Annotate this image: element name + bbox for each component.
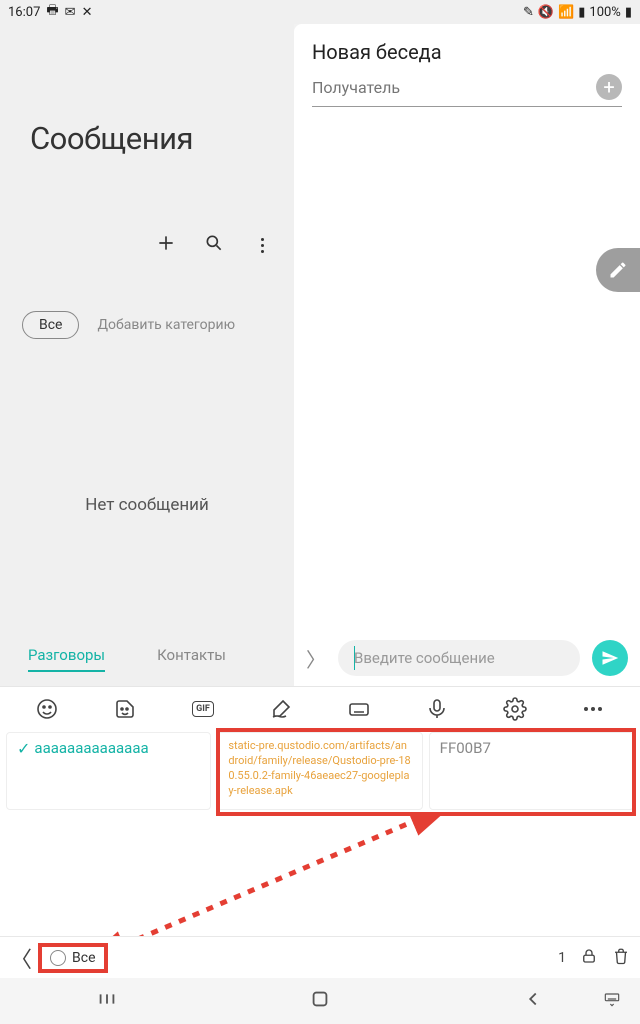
printer-icon: 🖶 xyxy=(46,1,58,23)
clipboard-text: FF00B7 xyxy=(440,739,623,757)
battery-icon: ▮ xyxy=(625,5,632,20)
message-input[interactable]: Введите сообщение xyxy=(338,640,580,676)
check-icon: ✓ xyxy=(17,739,30,758)
mic-icon[interactable] xyxy=(425,697,449,721)
keyboard-area xyxy=(0,816,640,936)
clipboard-item[interactable]: static-pre.qustodio.com/artifacts/androi… xyxy=(217,732,422,810)
back-nav-icon[interactable] xyxy=(522,988,544,1014)
tools-icon: ✕ xyxy=(82,5,93,20)
send-button[interactable] xyxy=(592,640,628,676)
clipboard-item[interactable]: FF00B7 xyxy=(429,732,634,810)
draw-icon[interactable] xyxy=(269,697,293,721)
category-all-chip[interactable]: Все xyxy=(22,311,79,339)
compose-icon[interactable] xyxy=(156,233,176,257)
back-icon[interactable]: 〈 xyxy=(10,942,32,974)
delete-icon[interactable] xyxy=(612,947,630,969)
settings-icon[interactable] xyxy=(503,697,527,721)
lock-icon[interactable] xyxy=(580,947,598,969)
keyboard-icon[interactable] xyxy=(347,697,371,721)
mute-icon: 🔇 xyxy=(538,5,554,20)
search-icon[interactable] xyxy=(204,233,224,257)
new-conversation-title: Новая беседа xyxy=(294,24,640,74)
select-all-label: Все xyxy=(72,950,95,966)
checkbox-icon xyxy=(50,950,66,966)
signal-icon: ▮ xyxy=(578,5,585,20)
clipboard-text: static-pre.qustodio.com/artifacts/androi… xyxy=(228,739,411,798)
select-all-chip[interactable]: Все xyxy=(42,947,103,969)
add-category-button[interactable]: Добавить категорию xyxy=(97,317,235,333)
edit-fab[interactable] xyxy=(596,248,640,292)
home-icon[interactable] xyxy=(309,988,331,1014)
emoji-icon[interactable] xyxy=(35,697,59,721)
new-conversation-pane: Новая беседа + 〉 Введите сообщение xyxy=(294,24,640,686)
clipboard-item[interactable]: ✓ aaaaaaaaaaaaaa xyxy=(6,732,211,810)
status-time: 16:07 xyxy=(8,5,40,20)
tab-contacts[interactable]: Контакты xyxy=(157,646,226,672)
pen-icon: ✎ xyxy=(523,5,534,20)
sticker-icon[interactable] xyxy=(113,697,137,721)
add-recipient-button[interactable]: + xyxy=(596,74,622,100)
recents-icon[interactable] xyxy=(96,988,118,1014)
expand-icon[interactable]: 〉 xyxy=(306,644,326,673)
recipient-input[interactable] xyxy=(312,78,596,97)
empty-state-text: Нет сообщений xyxy=(0,495,294,515)
battery-text: 100% xyxy=(589,5,620,20)
tab-conversations[interactable]: Разговоры xyxy=(28,646,105,672)
more-icon[interactable] xyxy=(581,697,605,721)
app-title: Сообщения xyxy=(30,120,294,157)
mail-icon: ✉ xyxy=(65,5,76,20)
clipboard-row: ✓ aaaaaaaaaaaaaa static-pre.qustodio.com… xyxy=(0,730,640,816)
status-bar: 16:07 🖶 ✉ ✕ ✎ 🔇 📶 ▮ 100% ▮ xyxy=(0,0,640,24)
clipboard-text: aaaaaaaaaaaaaa xyxy=(34,739,148,757)
clipboard-control-bar: 〈 Все 1 xyxy=(0,936,640,978)
selection-count: 1 xyxy=(558,950,566,966)
navigation-bar xyxy=(0,978,640,1024)
keyboard-hide-icon[interactable] xyxy=(602,989,622,1013)
wifi-icon: 📶 xyxy=(558,5,574,20)
more-icon[interactable] xyxy=(252,235,272,255)
messages-pane: Сообщения Все Добавить категорию Нет соо… xyxy=(0,24,294,686)
keyboard-toolbar: GIF xyxy=(0,686,640,730)
gif-icon[interactable]: GIF xyxy=(191,697,215,721)
